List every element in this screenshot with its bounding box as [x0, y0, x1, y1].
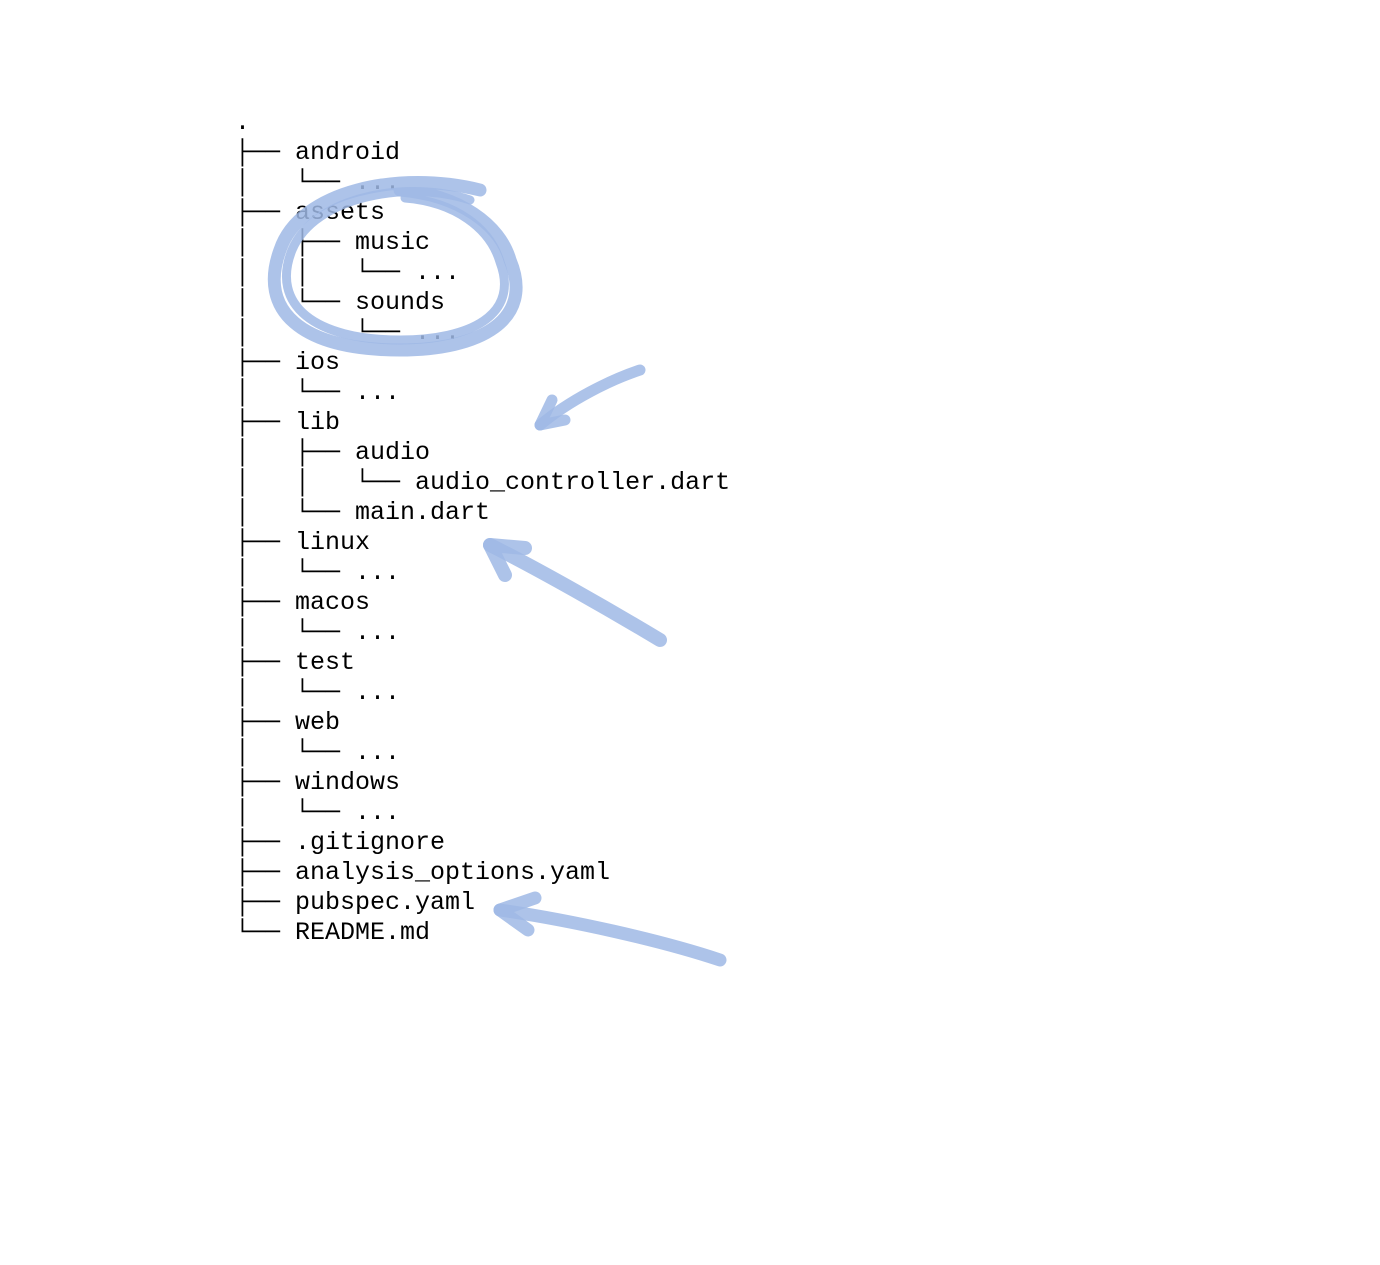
file-tree: . ├── android │ └── ... ├── assets │ ├──…	[235, 108, 730, 948]
diagram-canvas: . ├── android │ └── ... ├── assets │ ├──…	[0, 0, 1380, 1265]
